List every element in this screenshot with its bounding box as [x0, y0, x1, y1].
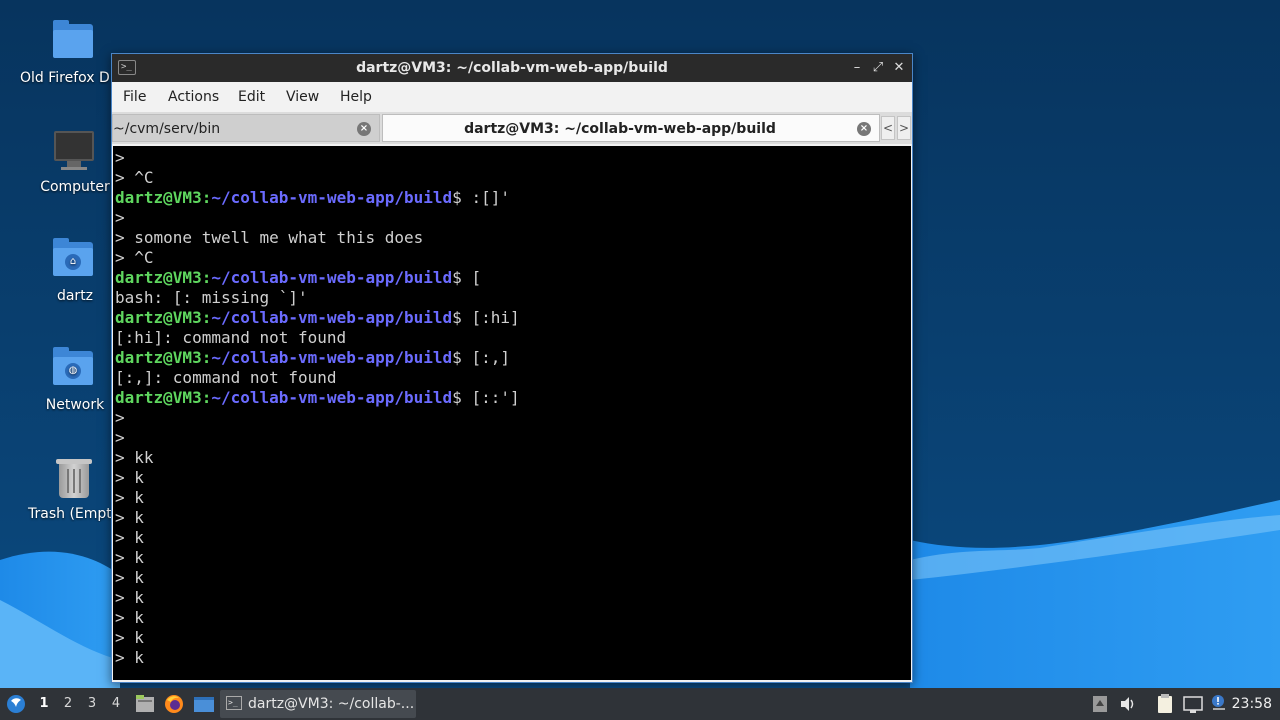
menu-actions[interactable]: Actions	[164, 82, 223, 112]
prompt-symbol: $	[452, 348, 462, 367]
menu-help[interactable]: Help	[336, 82, 376, 112]
terminal-line: >	[115, 148, 125, 167]
menu-bar: File Actions Edit View Help	[112, 82, 912, 112]
command-text: [:,]	[461, 348, 510, 367]
terminal-line: > k	[115, 548, 144, 567]
menu-file[interactable]: File	[119, 82, 150, 112]
prompt-user: dartz@VM3	[115, 388, 202, 407]
volume-icon[interactable]	[1118, 688, 1138, 720]
tab-label: ~/cvm/serv/bin	[113, 121, 221, 137]
terminal-line: > k	[115, 468, 144, 487]
tab-label: dartz@VM3: ~/collab-vm-web-app/build	[464, 121, 776, 137]
file-manager-icon[interactable]	[134, 688, 156, 720]
tab-bar: ~/cvm/serv/bin × dartz@VM3: ~/collab-vm-…	[112, 112, 912, 144]
prompt-symbol: $	[452, 308, 462, 327]
prompt-separator: :	[201, 188, 212, 207]
trash-icon	[51, 454, 99, 502]
prompt-separator: :	[201, 308, 212, 327]
workspace-3[interactable]: 3	[81, 688, 103, 720]
terminal-line: dartz@VM3:~/collab-vm-web-app/build$ :[]…	[115, 188, 911, 208]
menu-view[interactable]: View	[282, 82, 323, 112]
prompt-separator: :	[201, 388, 212, 407]
folder-icon	[51, 18, 99, 66]
home-folder-icon: ⌂	[51, 236, 99, 284]
prompt-user: dartz@VM3	[115, 268, 202, 287]
prompt-user: dartz@VM3	[115, 188, 202, 207]
workspace-2[interactable]: 2	[57, 688, 79, 720]
firefox-icon[interactable]	[163, 688, 185, 720]
clipboard-icon[interactable]	[1155, 688, 1175, 720]
prompt-path: ~/collab-vm-web-app/build	[211, 308, 453, 327]
terminal-line: >	[115, 208, 125, 227]
task-label: dartz@VM3: ~/collab-...	[248, 696, 415, 712]
terminal-line: > k	[115, 608, 144, 627]
computer-icon	[51, 127, 99, 175]
prompt-path: ~/collab-vm-web-app/build	[211, 388, 453, 407]
window-title: dartz@VM3: ~/collab-vm-web-app/build	[356, 60, 668, 76]
start-menu-button[interactable]	[4, 688, 28, 720]
command-text: [::']	[461, 388, 520, 407]
prompt-user: dartz@VM3	[115, 348, 202, 367]
prompt-path: ~/collab-vm-web-app/build	[211, 268, 453, 287]
taskbar-terminal-task[interactable]: >_ dartz@VM3: ~/collab-...	[220, 690, 416, 718]
maximize-button[interactable]: ⤢	[869, 58, 887, 78]
terminal-line: > k	[115, 628, 144, 647]
terminal-line: dartz@VM3:~/collab-vm-web-app/build$ [	[115, 268, 911, 288]
taskbar: 1 2 3 4 >_ dartz@VM3: ~/collab-... 23:58	[0, 688, 1280, 720]
command-text: [:hi]	[461, 308, 520, 327]
terminal-line: > kk	[115, 448, 154, 467]
tab-collab-vm-build[interactable]: dartz@VM3: ~/collab-vm-web-app/build ×	[382, 114, 880, 142]
terminal-line: > k	[115, 568, 144, 587]
prompt-path: ~/collab-vm-web-app/build	[211, 188, 453, 207]
prompt-separator: :	[201, 268, 212, 287]
window-titlebar[interactable]: >_ dartz@VM3: ~/collab-vm-web-app/build …	[112, 54, 912, 82]
command-text: :[]'	[461, 188, 510, 207]
terminal-line: > k	[115, 528, 144, 547]
terminal-line: bash: [: missing `]'	[115, 288, 308, 307]
prompt-path: ~/collab-vm-web-app/build	[211, 348, 453, 367]
network-folder-icon: ◍	[51, 345, 99, 393]
tab-next-button[interactable]: >	[897, 116, 911, 140]
prompt-symbol: $	[452, 388, 462, 407]
notification-icon[interactable]	[1209, 688, 1229, 720]
tab-cvm-serv-bin[interactable]: ~/cvm/serv/bin ×	[112, 114, 380, 142]
clock: 23:58	[1231, 696, 1272, 712]
minimize-button[interactable]: –	[848, 58, 866, 78]
close-button[interactable]: ✕	[890, 58, 908, 78]
terminal-line: >	[115, 408, 125, 427]
prompt-symbol: $	[452, 188, 462, 207]
tab-close-icon[interactable]: ×	[357, 122, 371, 136]
prompt-user: dartz@VM3	[115, 308, 202, 327]
prompt-symbol: $	[452, 268, 462, 287]
command-text: [	[461, 268, 482, 287]
tab-close-icon[interactable]: ×	[857, 122, 871, 136]
terminal-line: [:hi]: command not found	[115, 328, 347, 347]
terminal-line: [:,]: command not found	[115, 368, 337, 387]
terminal-output[interactable]: > > ^C dartz@VM3:~/collab-vm-web-app/build…	[113, 146, 911, 680]
terminal-line: > k	[115, 588, 144, 607]
terminal-line: > k	[115, 508, 144, 527]
workspace-1[interactable]: 1	[33, 688, 55, 720]
network-monitor-icon[interactable]	[1182, 688, 1204, 720]
menu-edit[interactable]: Edit	[234, 82, 269, 112]
terminal-line: dartz@VM3:~/collab-vm-web-app/build$ [:h…	[115, 308, 911, 328]
terminal-line: > ^C	[115, 168, 154, 187]
terminal-line: > somone twell me what this does	[115, 228, 424, 247]
prompt-separator: :	[201, 348, 212, 367]
tray-up-icon[interactable]	[1090, 688, 1110, 720]
terminal-window[interactable]: >_ dartz@VM3: ~/collab-vm-web-app/build …	[111, 53, 913, 683]
terminal-line: dartz@VM3:~/collab-vm-web-app/build$ [:,…	[115, 348, 911, 368]
terminal-line: >	[115, 428, 125, 447]
show-desktop-icon[interactable]	[192, 688, 216, 720]
tab-prev-button[interactable]: <	[881, 116, 895, 140]
terminal-line: dartz@VM3:~/collab-vm-web-app/build$ [::…	[115, 388, 911, 408]
workspace-4[interactable]: 4	[105, 688, 127, 720]
terminal-line: > ^C	[115, 248, 154, 267]
terminal-line: > k	[115, 648, 144, 667]
terminal-icon: >_	[226, 696, 242, 710]
terminal-line: > k	[115, 488, 144, 507]
